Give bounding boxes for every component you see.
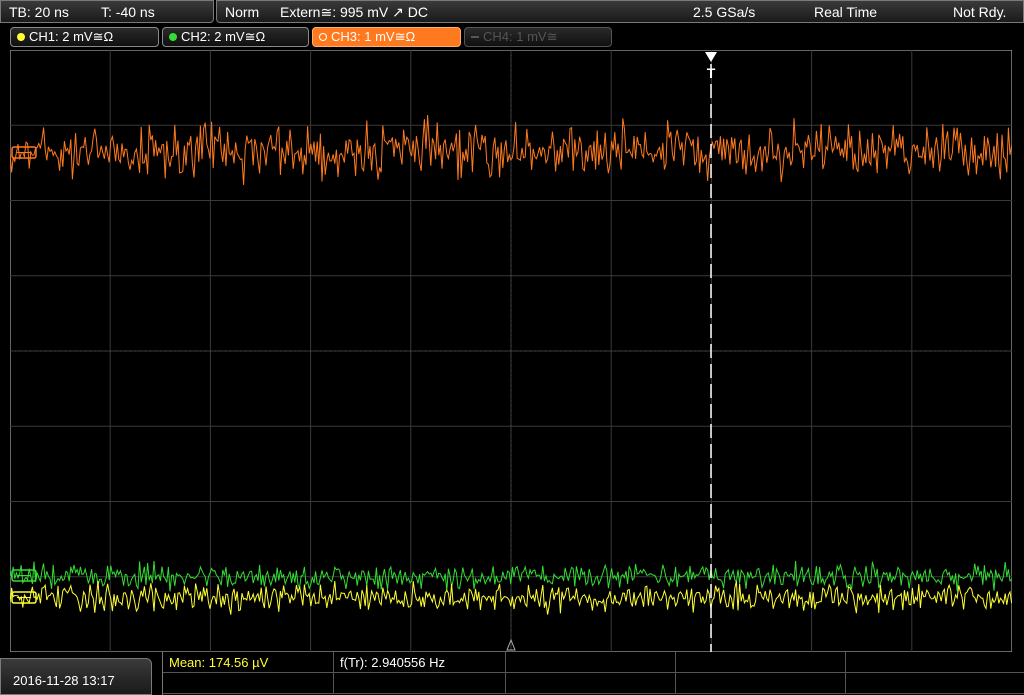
measurement-cell-9[interactable] (676, 673, 846, 694)
date-time-label: 2016-11-28 13:17 (13, 673, 115, 688)
channel-4-label: CH4: 1 mV≅ (483, 29, 558, 44)
channel-2-indicator-icon (169, 33, 177, 41)
trigger-marker-label: T (707, 65, 716, 81)
measurement-cell-7[interactable] (334, 673, 506, 694)
channel-tabs: CH1: 2 mV≅Ω CH2: 2 mV≅Ω CH3: 1 mV≅Ω CH4:… (0, 25, 1024, 50)
trigger-panel[interactable]: Norm Extern≅: 995 mV ↗ DC 2.5 GSa/s Real… (216, 0, 1024, 23)
measurement-table[interactable]: Mean: 174.56 µV f(Tr): 2.940556 Hz (162, 652, 1024, 695)
frequency-measurement: f(Tr): 2.940556 Hz (340, 655, 446, 670)
channel-4-indicator-icon (471, 36, 479, 38)
waveform-display[interactable]: T (10, 50, 1012, 652)
channel-1-tab[interactable]: CH1: 2 mV≅Ω (10, 27, 159, 47)
channel-3-indicator-icon (319, 33, 327, 41)
measurement-cell-5[interactable] (846, 652, 1024, 673)
channel-3-label: CH3: 1 mV≅Ω (331, 29, 416, 44)
measurement-bar: 2016-11-28 13:17 Mean: 174.56 µV f(Tr): … (0, 652, 1024, 695)
timebase-panel[interactable]: TB: 20 ns T: -40 ns (0, 0, 214, 23)
measurement-cell-2[interactable]: f(Tr): 2.940556 Hz (334, 652, 506, 673)
acquisition-mode-label[interactable]: Real Time (814, 4, 877, 20)
trigger-time-label[interactable]: T: -40 ns (101, 4, 155, 20)
trigger-mode-label[interactable]: Norm (225, 4, 259, 20)
channel-2-label: CH2: 2 mV≅Ω (181, 29, 266, 44)
measurement-cell-4[interactable] (676, 652, 846, 673)
trigger-source-label[interactable]: Extern≅: 995 mV ↗ DC (280, 4, 428, 21)
channel-3-tab[interactable]: CH3: 1 mV≅Ω (312, 27, 461, 47)
channel-1-label: CH1: 2 mV≅Ω (29, 29, 114, 44)
channel-1-indicator-icon (17, 33, 25, 41)
sample-rate-label[interactable]: 2.5 GSa/s (693, 4, 755, 20)
timebase-label[interactable]: TB: 20 ns (9, 4, 69, 20)
mean-measurement: Mean: 174.56 µV (169, 655, 269, 670)
measurement-cell-10[interactable] (846, 673, 1024, 694)
measurement-cell-6[interactable] (163, 673, 334, 694)
channel-4-tab[interactable]: CH4: 1 mV≅ (464, 27, 612, 47)
channel-2-tab[interactable]: CH2: 2 mV≅Ω (162, 27, 309, 47)
status-bar: TB: 20 ns T: -40 ns Norm Extern≅: 995 mV… (0, 0, 1024, 25)
measurement-cell-8[interactable] (506, 673, 676, 694)
measurement-cell-1[interactable]: Mean: 174.56 µV (163, 652, 334, 673)
measurement-cell-3[interactable] (506, 652, 676, 673)
date-time-panel: 2016-11-28 13:17 (0, 658, 152, 695)
trigger-status-label: Not Rdy. (953, 4, 1007, 20)
